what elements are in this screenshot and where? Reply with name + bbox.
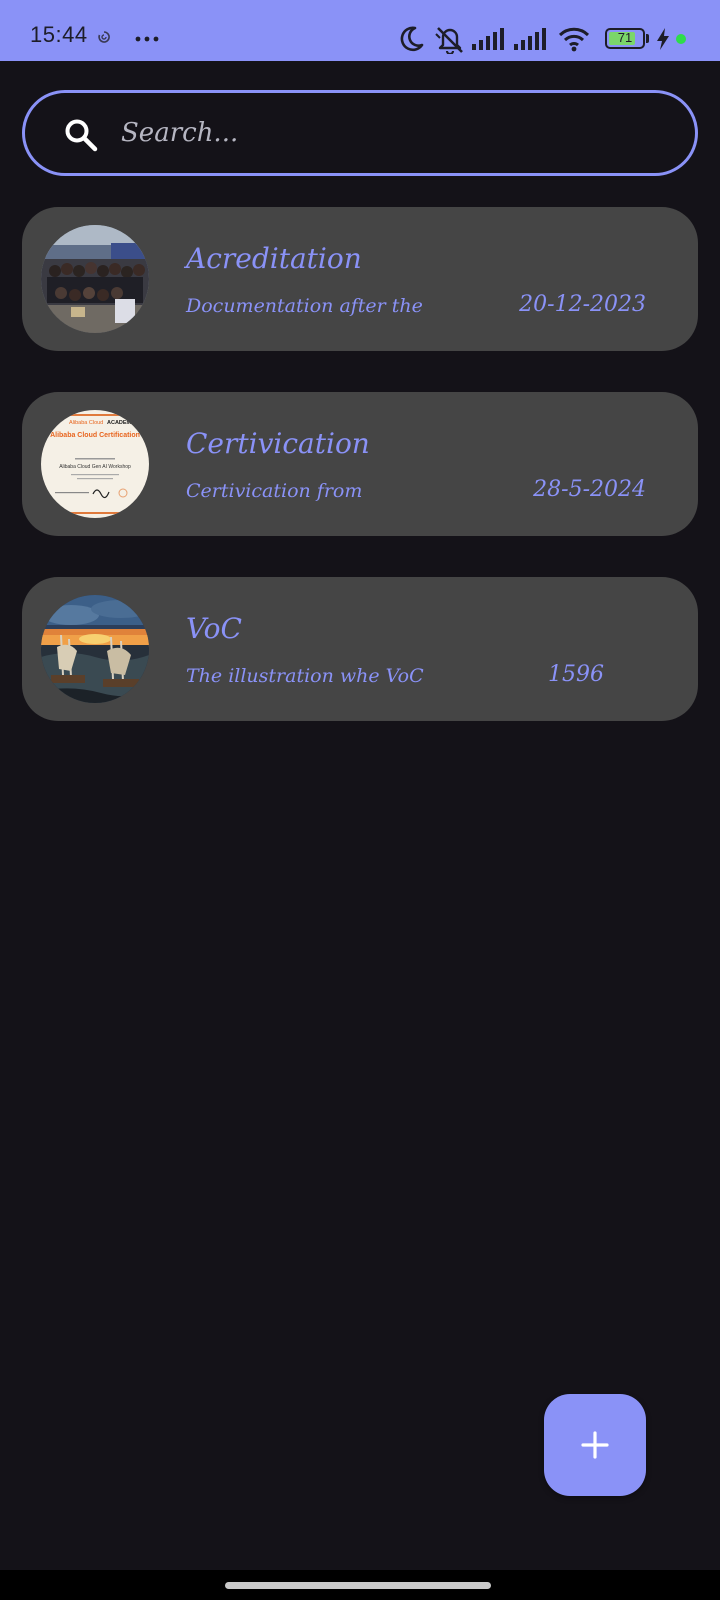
certificate-course: Alibaba Cloud Gen AI Workshop <box>59 464 131 470</box>
moon-icon <box>400 26 424 52</box>
certificate-academy: ACADEMY <box>107 420 135 426</box>
note-date: 28-5-2024 <box>533 477 646 502</box>
note-description: The illustration whe VoC <box>186 665 424 687</box>
home-indicator[interactable] <box>225 1582 491 1589</box>
note-thumbnail-painting <box>41 595 149 703</box>
note-thumbnail-group-photo <box>41 225 149 333</box>
status-time: 15:44 <box>30 22 88 47</box>
certificate-brand: Alibaba Cloud <box>69 420 103 426</box>
more-icon[interactable] <box>135 36 159 42</box>
note-title: VoC <box>186 612 242 645</box>
note-card[interactable]: Alibaba Cloud ACADEMY Alibaba Cloud Cert… <box>22 392 698 536</box>
note-card[interactable]: Acreditation Documentation after the 20-… <box>22 207 698 351</box>
certificate-heading: Alibaba Cloud Certification <box>50 432 140 439</box>
battery-icon: 71 <box>605 28 645 49</box>
signal-icon <box>472 28 504 50</box>
bell-off-icon <box>435 27 463 54</box>
note-title: Acreditation <box>186 242 362 275</box>
search-icon <box>65 119 98 152</box>
note-card[interactable]: VoC The illustration whe VoC 1596 <box>22 577 698 721</box>
sync-icon <box>98 31 110 43</box>
search-bar[interactable] <box>22 90 698 176</box>
battery-tip <box>646 34 649 43</box>
status-bar: 15:44 71 <box>0 0 720 61</box>
note-description: Documentation after the <box>186 295 423 317</box>
note-date: 20-12-2023 <box>519 292 646 317</box>
note-thumbnail-certificate: Alibaba Cloud ACADEMY Alibaba Cloud Cert… <box>41 410 149 518</box>
search-input[interactable] <box>121 107 661 159</box>
battery-level: 71 <box>617 30 633 45</box>
note-title: Certivication <box>186 427 370 460</box>
plus-icon <box>581 1431 609 1459</box>
signal-icon <box>514 28 546 50</box>
status-icons: 71 <box>380 0 720 61</box>
wifi-icon <box>558 27 590 52</box>
note-description: Certivication from <box>186 480 363 502</box>
note-date: 1596 <box>548 662 604 687</box>
add-note-button[interactable] <box>544 1394 646 1496</box>
privacy-indicator-dot <box>676 34 686 44</box>
charging-icon <box>657 28 669 50</box>
